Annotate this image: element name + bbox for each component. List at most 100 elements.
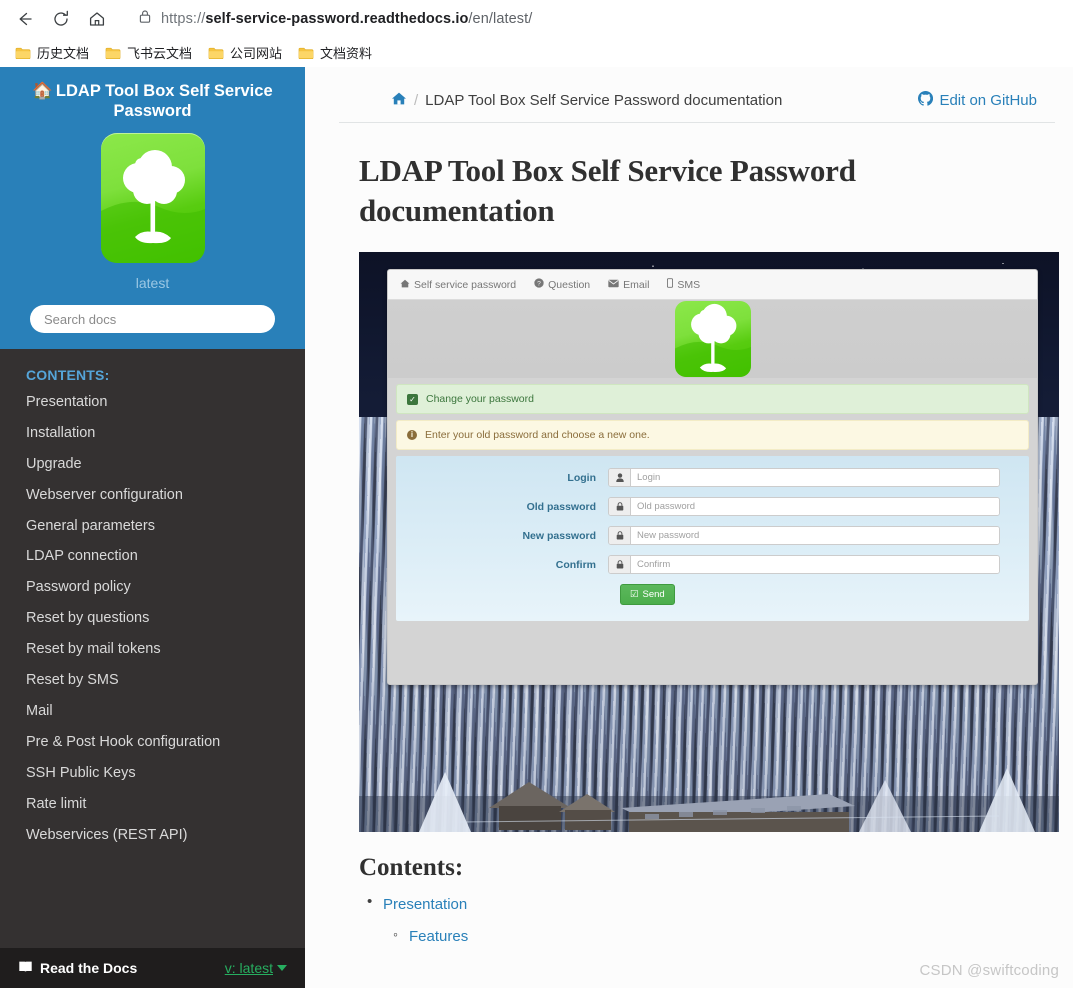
sidebar-item-reset-by-mail-tokens[interactable]: Reset by mail tokens (0, 635, 305, 666)
bookmarks-bar: 历史文档 飞书云文档 公司网站 文档资料 (0, 38, 1073, 67)
table-of-contents: Presentation Features (359, 893, 1053, 946)
old-password-input-group[interactable] (608, 497, 1000, 517)
app-nav-email[interactable]: Email (608, 279, 649, 291)
new-password-input-group[interactable] (608, 526, 1000, 546)
sidebar-logo (100, 133, 205, 264)
back-arrow-icon (15, 9, 35, 29)
read-the-docs-footer: Read the Docs v: latest (0, 948, 305, 988)
app-nav-question[interactable]: ? Question (534, 278, 590, 291)
sidebar-item-mail[interactable]: Mail (0, 697, 305, 728)
sidebar-item-label[interactable]: Reset by SMS (0, 666, 305, 697)
sidebar-item-general-parameters[interactable]: General parameters (0, 511, 305, 542)
sidebar-item-presentation[interactable]: Presentation (0, 387, 305, 418)
user-icon (609, 469, 631, 487)
ldap-toolbox-tree-logo (100, 133, 205, 264)
sidebar-item-label[interactable]: LDAP connection (0, 542, 305, 573)
sidebar-item-ldap-connection[interactable]: LDAP connection (0, 542, 305, 573)
confirm-input-group[interactable] (608, 555, 1000, 575)
sidebar-item-webserver-configuration[interactable]: Webserver configuration (0, 480, 305, 511)
contents-heading: Contents: (359, 854, 464, 882)
success-alert-text: Change your password (426, 393, 534, 406)
breadcrumb-bar: / LDAP Tool Box Self Service Password do… (339, 67, 1055, 123)
old-password-label: Old password (526, 500, 596, 513)
login-input-group[interactable] (608, 468, 1000, 488)
form-row-login: Login (396, 468, 1029, 488)
sidebar-item-label[interactable]: Reset by mail tokens (0, 635, 305, 666)
sidebar-item-webservices-rest-api[interactable]: Webservices (REST API) (0, 820, 305, 851)
sidebar-item-label[interactable]: Webserver configuration (0, 480, 305, 511)
sidebar-item-rate-limit[interactable]: Rate limit (0, 789, 305, 820)
address-bar[interactable]: https://self-service-password.readthedoc… (124, 4, 1057, 34)
version-selector[interactable]: v: latest (225, 960, 287, 976)
question-circle-icon: ? (534, 278, 544, 291)
caret-down-icon (277, 965, 287, 971)
check-square-icon: ☑ (630, 589, 639, 601)
folder-icon (298, 46, 314, 60)
new-password-input[interactable] (631, 527, 999, 545)
sidebar-item-label[interactable]: Installation (0, 418, 305, 449)
sidebar-item-label[interactable]: Mail (0, 697, 305, 728)
url-path: /en/latest/ (468, 11, 533, 27)
folder-icon (105, 46, 121, 60)
home-icon (391, 92, 407, 110)
toc-item-presentation: Presentation Features (367, 893, 1053, 946)
reload-button[interactable] (44, 3, 78, 35)
sidebar-item-label[interactable]: General parameters (0, 511, 305, 542)
app-nav-self-service-password[interactable]: Self service password (400, 279, 516, 291)
send-button[interactable]: ☑ Send (620, 584, 675, 606)
sidebar-item-pre-post-hook-configuration[interactable]: Pre & Post Hook configuration (0, 728, 305, 759)
read-the-docs-link[interactable]: Read the Docs (18, 960, 137, 977)
breadcrumb-current: LDAP Tool Box Self Service Password docu… (425, 92, 783, 109)
sidebar-item-installation[interactable]: Installation (0, 418, 305, 449)
sidebar-item-label[interactable]: SSH Public Keys (0, 759, 305, 790)
sidebar-item-upgrade[interactable]: Upgrade (0, 449, 305, 480)
screenshot-cabins (359, 750, 1059, 833)
url-scheme: https:// (161, 11, 206, 27)
breadcrumb: / LDAP Tool Box Self Service Password do… (391, 91, 918, 110)
book-icon (18, 960, 33, 977)
sidebar-item-label[interactable]: Password policy (0, 573, 305, 604)
url-text: https://self-service-password.readthedoc… (161, 11, 532, 27)
login-label: Login (567, 471, 596, 484)
sidebar-item-label[interactable]: Presentation (0, 387, 305, 418)
toc-sublist: Features (383, 926, 1053, 946)
sidebar-item-reset-by-sms[interactable]: Reset by SMS (0, 666, 305, 697)
search-docs-box[interactable] (30, 305, 275, 334)
toc-link-presentation[interactable]: Presentation (383, 896, 467, 913)
sidebar-item-label[interactable]: Upgrade (0, 449, 305, 480)
app-nav-label: Self service password (414, 278, 517, 291)
ldap-toolbox-tree-logo (674, 301, 751, 378)
sidebar-item-reset-by-questions[interactable]: Reset by questions (0, 604, 305, 635)
bookmark-item[interactable]: 文档资料 (291, 40, 379, 65)
svg-text:?: ? (537, 281, 541, 288)
bookmark-item[interactable]: 公司网站 (201, 40, 289, 65)
edit-on-github-link[interactable]: Edit on GitHub (918, 90, 1037, 110)
github-icon (918, 90, 934, 110)
sidebar-item-label[interactable]: Pre & Post Hook configuration (0, 728, 305, 759)
breadcrumb-home-link[interactable] (391, 91, 407, 110)
bookmark-label: 文档资料 (320, 46, 373, 61)
home-button[interactable] (80, 3, 114, 35)
envelope-icon (608, 279, 619, 291)
home-icon (87, 9, 107, 29)
back-button[interactable] (8, 3, 42, 35)
app-nav-sms[interactable]: SMS (667, 278, 700, 291)
sidebar-item-ssh-public-keys[interactable]: SSH Public Keys (0, 759, 305, 790)
lock-icon (138, 9, 152, 29)
folder-icon (208, 46, 224, 60)
confirm-input[interactable] (631, 556, 999, 574)
sidebar-nav: CONTENTS: Presentation Installation Upgr… (0, 349, 305, 948)
sidebar-item-label[interactable]: Rate limit (0, 789, 305, 820)
confirm-label: Confirm (555, 558, 596, 571)
bookmark-item[interactable]: 历史文档 (8, 40, 96, 65)
bookmark-item[interactable]: 飞书云文档 (98, 40, 199, 65)
search-input[interactable] (44, 311, 261, 327)
send-button-label: Send (642, 589, 665, 601)
toc-link-features[interactable]: Features (409, 928, 468, 945)
sidebar-item-password-policy[interactable]: Password policy (0, 573, 305, 604)
old-password-input[interactable] (631, 498, 999, 516)
sidebar-item-label[interactable]: Reset by questions (0, 604, 305, 635)
sidebar-brand-link[interactable]: 🏠 LDAP Tool Box Self Service Password (16, 81, 289, 121)
login-input[interactable] (631, 469, 999, 487)
sidebar-item-label[interactable]: Webservices (REST API) (0, 820, 305, 851)
